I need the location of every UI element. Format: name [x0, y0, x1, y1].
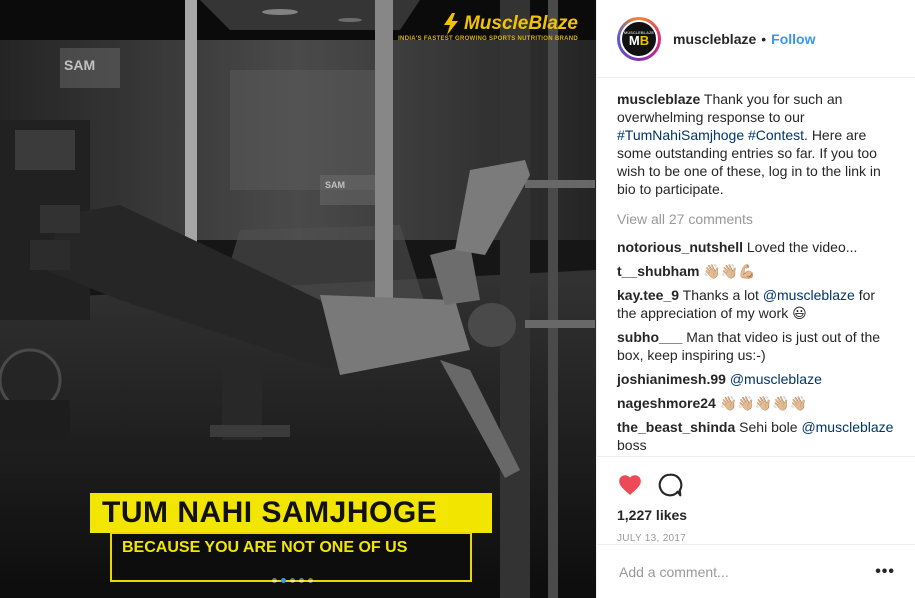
carousel-dot[interactable] — [299, 578, 304, 583]
avatar-image: MUSCLEBLAZE MB — [620, 19, 658, 58]
post-header: MUSCLEBLAZE MB muscleblaze • Follow — [597, 0, 915, 78]
comment-username[interactable]: the_beast_shinda — [617, 419, 735, 435]
username[interactable]: muscleblaze — [673, 31, 756, 47]
comment-text: Sehi bole — [739, 419, 798, 435]
carousel-dot[interactable] — [308, 578, 313, 583]
mention-link[interactable]: @muscleblaze — [730, 371, 822, 387]
heart-icon[interactable] — [617, 472, 643, 498]
post-date: JULY 13, 2017 — [617, 533, 687, 544]
avatar-letter: M — [628, 33, 640, 48]
comment-item: joshianimesh.99 @muscleblaze — [617, 370, 895, 388]
comment-item: t__shubham 👋🏼👋🏼💪🏼 — [617, 262, 895, 280]
post-side-panel: MUSCLEBLAZE MB muscleblaze • Follow musc… — [596, 0, 915, 598]
brand-name: MuscleBlaze — [463, 13, 578, 34]
comment-text: 👋🏼👋🏼💪🏼 — [703, 263, 756, 279]
comment-item: notorious_nutshell Loved the video... — [617, 238, 895, 256]
carousel-dot[interactable] — [272, 578, 277, 583]
follow-button[interactable]: Follow — [771, 31, 815, 47]
add-comment-bar: ••• — [597, 544, 915, 598]
comment-text: Loved the video... — [746, 239, 858, 255]
comment-username[interactable]: subho___ — [617, 329, 682, 345]
avatar[interactable]: MUSCLEBLAZE MB — [617, 16, 661, 61]
comment-item: the_beast_shinda Sehi bole @muscleblaze … — [617, 418, 895, 454]
comment-text: Thanks a lot — [682, 287, 759, 303]
comment-item: nageshmore24 👋🏼👋🏼👋🏼👋🏼👋🏼 — [617, 394, 895, 412]
instagram-post: SAM SAM MuscleBlaze INDIA'S FASTEST GROW… — [0, 0, 915, 598]
comment-text: boss — [617, 437, 647, 453]
caption-username[interactable]: muscleblaze — [617, 91, 700, 107]
add-comment-input[interactable] — [617, 562, 876, 581]
comment-text: 👋🏼👋🏼👋🏼👋🏼👋🏼 — [719, 395, 807, 411]
separator-dot: • — [761, 30, 767, 47]
carousel-dot[interactable] — [290, 578, 295, 583]
banner-subtitle: BECAUSE YOU ARE NOT ONE OF US — [110, 532, 472, 582]
likes-count[interactable]: 1,227 likes — [617, 507, 895, 523]
comment-username[interactable]: nageshmore24 — [617, 395, 716, 411]
comment-item: kay.tee_9 Thanks a lot @muscleblaze for … — [617, 286, 895, 322]
hashtag-link[interactable]: #TumNahiSamjhoge — [617, 127, 744, 143]
comment-item: subho___ Man that video is just out of t… — [617, 328, 895, 364]
comment-username[interactable]: kay.tee_9 — [617, 287, 679, 303]
post-media[interactable]: SAM SAM MuscleBlaze INDIA'S FASTEST GROW… — [0, 0, 596, 598]
comment-username[interactable]: t__shubham — [617, 263, 699, 279]
carousel-dot[interactable] — [281, 578, 286, 583]
brand-tagline: INDIA'S FASTEST GROWING SPORTS NUTRITION… — [398, 36, 578, 42]
comment-username[interactable]: notorious_nutshell — [617, 239, 743, 255]
comments-section[interactable]: muscleblaze Thank you for such an overwh… — [597, 78, 915, 456]
view-all-comments-link[interactable]: View all 27 comments — [617, 210, 895, 228]
flame-icon — [443, 13, 458, 35]
post-caption: muscleblaze Thank you for such an overwh… — [617, 90, 895, 198]
banner-title: TUM NAHI SAMJHOGE — [90, 493, 492, 533]
muscleblaze-logo: MuscleBlaze INDIA'S FASTEST GROWING SPOR… — [398, 10, 578, 42]
comment-username[interactable]: joshianimesh.99 — [617, 371, 726, 387]
carousel-indicators — [272, 578, 313, 583]
action-icons — [617, 465, 895, 505]
more-options-icon[interactable]: ••• — [875, 563, 895, 581]
mention-link[interactable]: @muscleblaze — [763, 287, 855, 303]
mention-link[interactable]: @muscleblaze — [801, 419, 893, 435]
post-actions: 1,227 likes JULY 13, 2017 — [597, 456, 915, 544]
hashtag-link[interactable]: #Contest — [748, 127, 804, 143]
avatar-letter: B — [639, 33, 650, 48]
comment-icon[interactable] — [657, 472, 683, 498]
